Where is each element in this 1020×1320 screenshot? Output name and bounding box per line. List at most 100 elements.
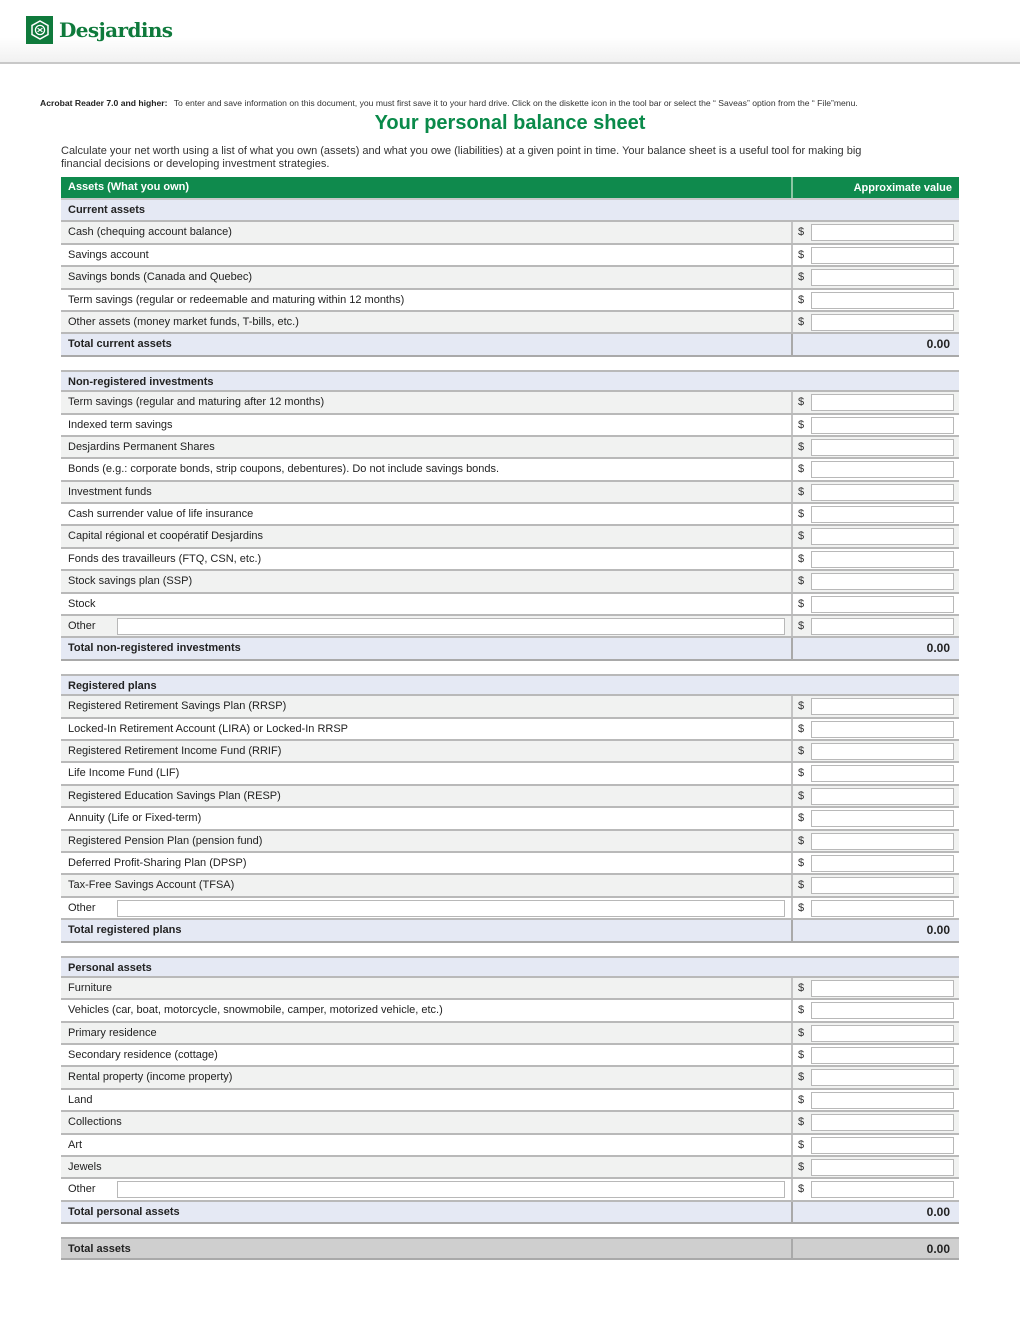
amount-input[interactable] (811, 979, 954, 997)
section-header-value-cell (791, 371, 959, 391)
table-row: Tax-Free Savings Account (TFSA) $ (61, 875, 959, 898)
item-label: Savings account (68, 248, 149, 261)
section-header-value-cell (791, 675, 959, 695)
grand-total-label: Total assets (68, 1243, 131, 1256)
amount-input[interactable] (811, 1159, 954, 1177)
item-label: Capital régional et coopératif Desjardin… (68, 530, 264, 543)
dollar-sign: $ (798, 418, 805, 431)
value-cell: $ (791, 696, 959, 717)
item-label: Savings bonds (Canada and Quebec) (68, 271, 253, 284)
dollar-sign: $ (798, 1183, 805, 1196)
section-total-value: 0.00 (791, 334, 959, 355)
amount-input[interactable] (811, 698, 954, 716)
other-description-input[interactable] (117, 618, 785, 636)
item-label: Primary residence (68, 1026, 157, 1039)
item-label: Term savings (regular and maturing after… (68, 396, 325, 409)
amount-input[interactable] (811, 416, 954, 434)
dollar-sign: $ (798, 834, 805, 847)
value-cell: $ (791, 1089, 959, 1111)
amount-input[interactable] (811, 832, 954, 850)
amount-input[interactable] (811, 1136, 954, 1154)
amount-input[interactable] (811, 765, 954, 783)
amount-input[interactable] (811, 742, 954, 760)
dollar-sign: $ (798, 700, 805, 713)
item-label: Stock savings plan (SSP) (68, 575, 193, 588)
other-item-row: Other $ (61, 1179, 959, 1202)
item-label: Rental property (income property) (68, 1071, 233, 1084)
value-cell: $ (791, 1067, 959, 1088)
value-cell: $ (791, 267, 959, 288)
amount-input[interactable] (811, 1114, 954, 1132)
amount-input[interactable] (811, 899, 954, 917)
header-bar: Desjardins (0, 0, 1020, 64)
amount-input[interactable] (811, 550, 954, 568)
other-description-input[interactable] (117, 1181, 785, 1199)
grand-total-row: Total assets 0.00 (61, 1237, 959, 1260)
other-description-input[interactable] (117, 899, 785, 917)
brand-name: Desjardins (59, 18, 173, 42)
amount-input[interactable] (811, 877, 954, 895)
amount-input[interactable] (811, 269, 954, 287)
table-row: Term savings (regular and maturing after… (61, 392, 959, 415)
table-row: Registered Retirement Savings Plan (RRSP… (61, 696, 959, 719)
amount-input[interactable] (811, 573, 954, 591)
amount-input[interactable] (811, 246, 954, 264)
dollar-sign: $ (798, 722, 805, 735)
amount-input[interactable] (811, 438, 954, 456)
dollar-sign: $ (798, 271, 805, 284)
value-cell: $ (791, 414, 959, 435)
table-row: Bonds (e.g.: corporate bonds, strip coup… (61, 459, 959, 482)
value-cell: $ (791, 977, 959, 999)
value-cell: $ (791, 311, 959, 333)
table-row: Collections $ (61, 1112, 959, 1135)
amount-input[interactable] (811, 506, 954, 524)
dollar-sign: $ (798, 575, 805, 588)
value-cell: $ (791, 1179, 959, 1200)
table-row: Stock savings plan (SSP) $ (61, 571, 959, 594)
section-total-value: 0.00 (791, 638, 959, 659)
amount-input[interactable] (811, 483, 954, 501)
page-title: Your personal balance sheet (374, 112, 646, 134)
value-cell: $ (791, 504, 959, 525)
amount-input[interactable] (811, 810, 954, 828)
amount-input[interactable] (811, 1002, 954, 1020)
value-cell: $ (791, 763, 959, 784)
amount-input[interactable] (811, 291, 954, 309)
amount-input[interactable] (811, 787, 954, 805)
dollar-sign: $ (798, 879, 805, 892)
dollar-sign: $ (798, 226, 805, 239)
table-row: Life Income Fund (LIF) $ (61, 763, 959, 786)
amount-input[interactable] (811, 394, 954, 412)
amount-input[interactable] (811, 720, 954, 738)
notice-text: To enter and save information on this do… (173, 98, 858, 108)
item-label: Collections (68, 1116, 122, 1129)
amount-input[interactable] (811, 1024, 954, 1042)
amount-input[interactable] (811, 1069, 954, 1087)
amount-input[interactable] (811, 595, 954, 613)
amount-input[interactable] (811, 1091, 954, 1109)
amount-input[interactable] (811, 461, 954, 479)
amount-input[interactable] (811, 618, 954, 636)
amount-input[interactable] (811, 224, 954, 242)
amount-input[interactable] (811, 854, 954, 872)
value-cell: $ (791, 481, 959, 503)
amount-input[interactable] (811, 528, 954, 546)
section-header-value-cell (791, 957, 959, 976)
item-label: Registered Retirement Income Fund (RRIF) (68, 744, 282, 757)
section-total-row: Total non-registered investments 0.00 (61, 638, 959, 661)
value-cell: $ (791, 1134, 959, 1156)
item-label: Life Income Fund (LIF) (68, 767, 180, 780)
dollar-sign: $ (798, 1071, 805, 1084)
value-cell: $ (791, 1112, 959, 1133)
dollar-sign: $ (798, 856, 805, 869)
amount-input[interactable] (811, 1181, 954, 1199)
dollar-sign: $ (798, 485, 805, 498)
table-row: Art $ (61, 1134, 959, 1158)
section-total-value: 0.00 (791, 920, 959, 941)
amount-input[interactable] (811, 313, 954, 331)
amount-input[interactable] (811, 1047, 954, 1065)
item-label: Bonds (e.g.: corporate bonds, strip coup… (68, 463, 500, 476)
table-row: Primary residence $ (61, 1022, 959, 1046)
